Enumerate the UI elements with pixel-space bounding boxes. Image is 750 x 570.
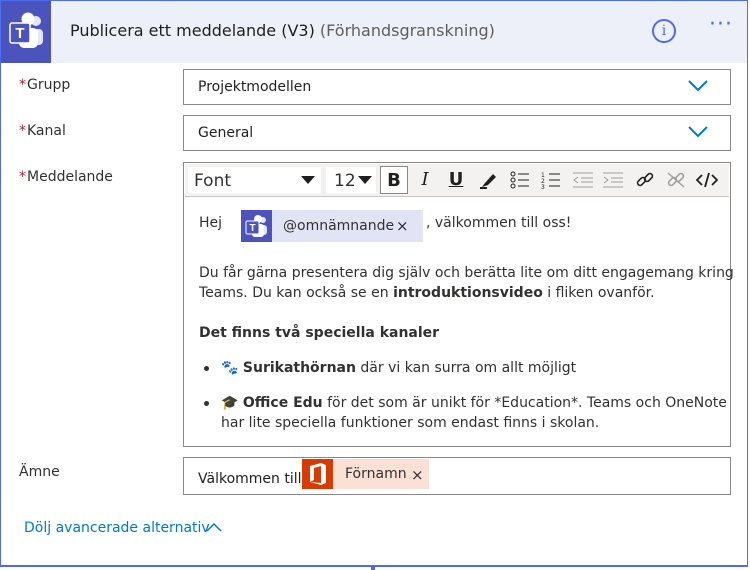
bold-button[interactable]: B <box>380 166 408 194</box>
caret-down-icon <box>358 176 372 184</box>
hide-advanced-options-link[interactable]: Dölj avancerade alternativ <box>24 520 210 536</box>
channel-dropdown[interactable]: General <box>183 115 731 151</box>
bullet-dot <box>204 401 209 406</box>
dynamic-token-label: Förnamn <box>345 466 407 482</box>
list-item-office-edu: 🎓 Office Edu för det som är unikt för *E… <box>221 393 727 413</box>
card-title-preview: (Förhandsgranskning) <box>319 21 495 40</box>
font-select-value: Font <box>194 171 232 191</box>
channel-value: General <box>198 125 254 141</box>
subject-prefix: Välkommen till <box>198 471 302 487</box>
office-edu-name: Office Edu <box>242 395 323 411</box>
code-view-icon[interactable] <box>693 166 721 194</box>
office-edu-desc-line-2: har lite speciella funktioner som endast… <box>221 415 600 431</box>
subject-label: Ämne <box>19 464 60 480</box>
numbered-list-icon[interactable]: 1 2 3 <box>537 166 565 194</box>
action-card: T Publicera ett meddelande (V3) (Förhand… <box>0 0 748 567</box>
group-label-text: Grupp <box>27 77 71 93</box>
chevron-down-icon <box>688 126 708 138</box>
surikat-desc: där vi kan surra om allt möjligt <box>355 360 577 376</box>
card-title-text: Publicera ett meddelande (V3) <box>70 21 315 40</box>
decrease-indent-icon[interactable] <box>569 166 597 194</box>
mention-token[interactable]: T @omnämnande × <box>241 210 423 242</box>
unlink-icon[interactable] <box>662 166 690 194</box>
paw-icon: 🐾 <box>221 360 239 376</box>
mention-token-label: @omnämnande <box>283 218 395 234</box>
link-icon[interactable] <box>631 166 659 194</box>
italic-button[interactable]: I <box>411 166 439 194</box>
chevron-down-icon <box>688 80 708 92</box>
teams-icon: T <box>1 1 51 63</box>
group-label: *Grupp <box>19 77 70 93</box>
subject-field[interactable]: Välkommen till Förnamn × <box>183 457 731 495</box>
svg-text:3: 3 <box>541 184 545 189</box>
group-dropdown[interactable]: Projektmodellen <box>183 69 731 105</box>
required-mark: * <box>19 123 26 139</box>
caret-down-icon <box>301 176 315 184</box>
surikat-name: Surikathörnan <box>242 360 356 376</box>
message-label-text: Meddelande <box>27 169 113 185</box>
highlight-icon[interactable] <box>475 166 503 194</box>
teams-icon: T <box>241 210 272 242</box>
graduation-cap-icon: 🎓 <box>221 395 239 411</box>
intro-line-2-end: i fliken ovanför. <box>542 285 655 301</box>
remove-token-icon[interactable]: × <box>411 466 424 484</box>
message-label: *Meddelande <box>19 169 113 185</box>
chevron-up-icon[interactable] <box>206 522 222 532</box>
greeting-text: Hej <box>199 215 223 231</box>
svg-text:T: T <box>15 25 24 42</box>
font-select[interactable]: Font <box>188 167 321 193</box>
font-size-select[interactable]: 12 <box>326 167 376 193</box>
info-button[interactable]: i <box>652 19 676 43</box>
dynamic-content-token[interactable]: Förnamn × <box>302 459 429 489</box>
more-options-button[interactable]: ··· <box>704 14 738 45</box>
bullet-list-icon[interactable] <box>506 166 534 194</box>
message-editor[interactable]: Font 12 B I U 1 2 3 Hej T @omnämnande × … <box>183 162 734 447</box>
intro-line-2: Teams. Du kan också se en introduktionsv… <box>199 283 655 303</box>
office-icon <box>302 459 333 489</box>
welcome-text: , välkommen till oss! <box>426 215 572 231</box>
remove-token-icon[interactable]: × <box>396 216 409 236</box>
font-size-value: 12 <box>334 171 356 191</box>
channel-label: *Kanal <box>19 123 66 139</box>
intro-line-2-start: Teams. Du kan också se en <box>199 285 394 301</box>
svg-text:T: T <box>249 223 255 234</box>
channel-label-text: Kanal <box>27 123 66 139</box>
list-item-surikat: 🐾 Surikathörnan där vi kan surra om allt… <box>221 358 576 378</box>
underline-button[interactable]: U <box>442 166 470 194</box>
editor-toolbar: Font 12 B I U 1 2 3 <box>185 164 729 197</box>
connector-dot <box>371 566 375 570</box>
required-mark: * <box>19 77 26 93</box>
required-mark: * <box>19 169 26 185</box>
card-title: Publicera ett meddelande (V3) (Förhandsg… <box>70 21 495 40</box>
card-header[interactable]: T Publicera ett meddelande (V3) (Förhand… <box>1 1 747 63</box>
office-edu-desc: för det som är unikt för *Education*. Te… <box>322 395 727 411</box>
bullet-dot <box>204 366 209 371</box>
group-value: Projektmodellen <box>198 79 312 95</box>
intro-line-1: Du får gärna presentera dig själv och be… <box>199 265 734 281</box>
intro-video-text: introduktionsvideo <box>393 285 543 301</box>
channels-heading: Det finns två speciella kanaler <box>199 325 440 341</box>
increase-indent-icon[interactable] <box>599 166 627 194</box>
